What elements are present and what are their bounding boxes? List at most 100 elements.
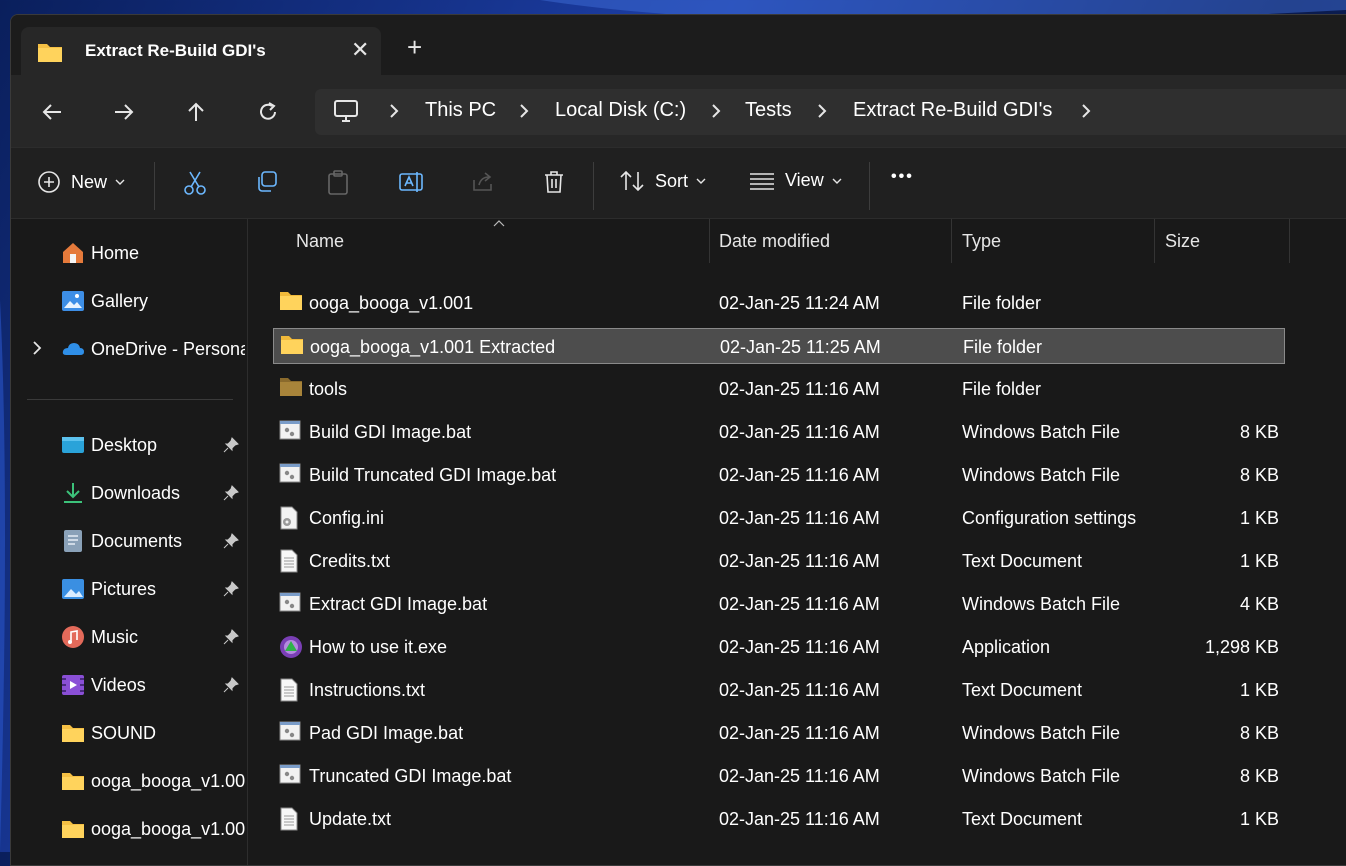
downloads-icon [64, 483, 82, 503]
file-row[interactable]: Update.txt 02-Jan-25 11:16 AM Text Documen… [273, 801, 1285, 837]
file-row[interactable]: Credits.txt 02-Jan-25 11:16 AM Text Docume… [273, 543, 1285, 579]
file-size: 1,298 KB [1204, 637, 1279, 657]
file-type: Configuration settings [962, 508, 1137, 528]
sidebar-item-sound[interactable]: SOUND [11, 713, 247, 753]
documents-icon [64, 530, 82, 552]
sidebar-item-videos[interactable]: Videos [11, 665, 247, 705]
onedrive-icon [62, 343, 84, 355]
sidebar-item-home[interactable]: Home [11, 233, 247, 273]
file-row[interactable]: Instructions.txt 02-Jan-25 11:16 AM Text D… [273, 672, 1285, 708]
chevron-right-icon[interactable] [31, 339, 43, 357]
chevron-right-icon[interactable] [1079, 100, 1093, 122]
sidebar-item-gallery[interactable]: Gallery [11, 281, 247, 321]
sidebar-item-label: Videos [91, 675, 146, 695]
cut-button[interactable] [183, 170, 207, 196]
file-row[interactable]: Pad GDI Image.bat 02-Jan-25 11:16 AM Windo… [273, 715, 1285, 751]
column-header-label: Date modified [719, 231, 831, 251]
title-bar: Extract Re-Build GDI's ✕ + [11, 15, 1346, 75]
sidebar-item-onedrive[interactable]: OneDrive - Persona [11, 329, 247, 369]
file-name: Update.txt [309, 809, 392, 829]
file-size: 4 KB [1239, 594, 1279, 614]
pin-icon[interactable] [223, 533, 239, 549]
sort-button[interactable]: Sort [619, 170, 706, 192]
chevron-right-icon[interactable] [387, 100, 401, 122]
file-row[interactable]: Config.ini 02-Jan-25 11:16 AM Configuratio… [273, 500, 1285, 536]
rename-button[interactable] [399, 170, 425, 194]
chevron-right-icon[interactable] [517, 100, 531, 122]
text-file-icon [279, 678, 299, 707]
see-more-button[interactable]: ••• [891, 168, 914, 186]
sidebar-item-ooga-booga-1[interactable]: ooga_booga_v1.00 [11, 761, 247, 801]
file-name: Credits.txt [309, 551, 391, 571]
file-date-modified: 02-Jan-25 11:16 AM [719, 551, 880, 571]
delete-button[interactable] [543, 170, 565, 194]
file-date-modified: 02-Jan-25 11:16 AM [719, 680, 880, 700]
sidebar-item-downloads[interactable]: Downloads [11, 473, 247, 513]
gallery-icon [62, 291, 84, 311]
chevron-down-icon [696, 178, 706, 184]
sidebar-item-music[interactable]: Music [11, 617, 247, 657]
batch-file-icon [279, 764, 301, 789]
copy-button[interactable] [255, 170, 279, 194]
new-tab-button[interactable]: + [407, 34, 422, 60]
file-row[interactable]: Extract GDI Image.bat 02-Jan-25 11:16 AM W… [273, 586, 1285, 622]
pin-icon[interactable] [223, 485, 239, 501]
pin-icon[interactable] [223, 677, 239, 693]
paste-button[interactable] [327, 170, 349, 196]
file-type: Windows Batch File [962, 465, 1121, 485]
column-header-type[interactable]: Type [952, 219, 1154, 263]
folder-dark-icon [279, 377, 303, 402]
batch-file-icon [279, 463, 301, 488]
chevron-right-icon[interactable] [709, 100, 723, 122]
view-button[interactable]: View [749, 170, 842, 191]
column-header-size[interactable]: Size [1155, 219, 1289, 263]
file-date-modified: 02-Jan-25 11:16 AM [719, 422, 880, 442]
tab-extract-rebuild[interactable]: Extract Re-Build GDI's ✕ [21, 27, 381, 75]
pictures-icon [62, 579, 84, 599]
pin-icon[interactable] [223, 629, 239, 645]
breadcrumb-extract-rebuild[interactable]: Extract Re-Build GDI's [853, 99, 1052, 122]
sidebar-item-ooga-booga-2[interactable]: ooga_booga_v1.00 [11, 809, 247, 849]
file-row[interactable]: Build Truncated GDI Image.bat 02-Jan-25 1… [273, 457, 1285, 493]
sidebar-item-desktop[interactable]: Desktop [11, 425, 247, 465]
file-row[interactable]: tools 02-Jan-25 11:16 AM File folder [273, 371, 1285, 407]
file-row[interactable]: Truncated GDI Image.bat 02-Jan-25 11:16 A… [273, 758, 1285, 794]
file-type: Windows Batch File [962, 422, 1121, 442]
chevron-right-icon[interactable] [815, 100, 829, 122]
breadcrumb-local-disk[interactable]: Local Disk (C:) [555, 99, 686, 122]
sidebar-item-documents[interactable]: Documents [11, 521, 247, 561]
address-bar[interactable]: This PC Local Disk (C:) Tests Extract Re… [315, 89, 1346, 135]
share-button[interactable] [471, 170, 495, 194]
new-button[interactable]: New [37, 170, 125, 194]
column-header-name[interactable]: Name [249, 219, 709, 263]
forward-button[interactable] [109, 97, 139, 127]
file-row[interactable]: Build GDI Image.bat 02-Jan-25 11:16 AM Win… [273, 414, 1285, 450]
file-size: 8 KB [1239, 766, 1279, 786]
list-view-icon [750, 172, 774, 190]
breadcrumb-tests[interactable]: Tests [745, 99, 792, 122]
folder-icon [38, 44, 62, 62]
sidebar-item-label: OneDrive - Persona [91, 339, 245, 359]
file-type: Text Document [962, 809, 1083, 829]
file-list: Name Date modified Type Size ooga_booga_… [249, 219, 1346, 865]
refresh-button[interactable] [253, 97, 283, 127]
file-row[interactable]: How to use it.exe 02-Jan-25 11:16 AM Appli… [273, 629, 1285, 665]
column-header-date[interactable]: Date modified [710, 219, 951, 263]
column-divider[interactable] [1289, 219, 1290, 263]
file-size: 8 KB [1239, 422, 1279, 442]
file-row[interactable]: ooga_booga_v1.001 02-Jan-25 11:24 AM File … [273, 285, 1285, 321]
file-type: Text Document [962, 551, 1083, 571]
pin-icon[interactable] [223, 437, 239, 453]
up-button[interactable] [181, 97, 211, 127]
sort-icon [620, 170, 644, 192]
back-button[interactable] [37, 97, 67, 127]
file-row[interactable]: ooga_booga_v1.001 Extracted 02-Jan-25 11:… [273, 328, 1285, 364]
file-name: ooga_booga_v1.001 Extracted [310, 337, 556, 357]
breadcrumb-this-pc[interactable]: This PC [425, 99, 496, 122]
close-tab-icon[interactable]: ✕ [351, 37, 369, 63]
sidebar-divider [27, 399, 233, 400]
sidebar-item-pictures[interactable]: Pictures [11, 569, 247, 609]
navigation-bar: This PC Local Disk (C:) Tests Extract Re… [11, 75, 1346, 147]
pin-icon[interactable] [223, 581, 239, 597]
desktop-icon [62, 437, 84, 453]
